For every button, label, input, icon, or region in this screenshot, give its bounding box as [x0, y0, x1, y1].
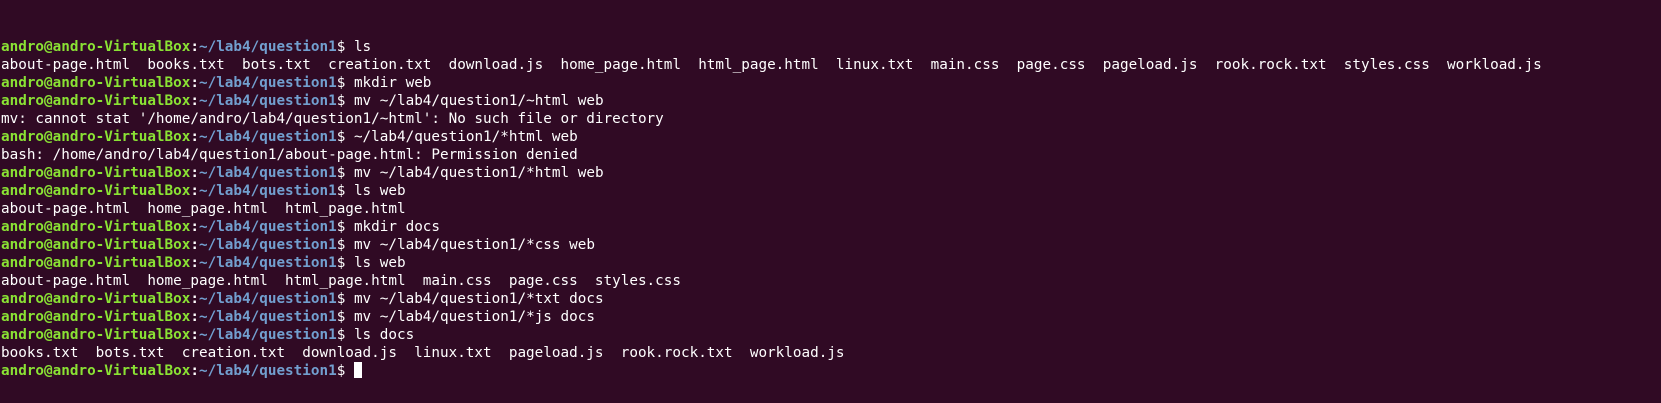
prompt-symbol: $: [336, 183, 354, 199]
command-text: ls web: [353, 255, 406, 271]
command-text: mv ~/lab4/question1/~html web: [353, 93, 604, 109]
prompt-line: andro@andro-VirtualBox:~/lab4/question1$…: [1, 254, 1661, 272]
prompt-path: ~/lab4/question1: [198, 93, 337, 109]
prompt-symbol: $: [336, 129, 354, 145]
prompt-user-host: andro@andro-VirtualBox: [1, 363, 191, 379]
terminal-output: andro@andro-VirtualBox:~/lab4/question1$…: [1, 38, 1661, 380]
output-text: about-page.html home_page.html html_page…: [1, 201, 406, 217]
output-text: bash: /home/andro/lab4/question1/about-p…: [1, 147, 578, 163]
prompt-colon: :: [190, 183, 199, 199]
prompt-line: andro@andro-VirtualBox:~/lab4/question1$…: [1, 92, 1661, 110]
prompt-symbol: $: [336, 255, 354, 271]
prompt-user-host: andro@andro-VirtualBox: [1, 309, 191, 325]
prompt-user-host: andro@andro-VirtualBox: [1, 165, 191, 181]
prompt-colon: :: [190, 309, 199, 325]
prompt-user-host: andro@andro-VirtualBox: [1, 93, 191, 109]
prompt-path: ~/lab4/question1: [198, 237, 337, 253]
prompt-symbol: $: [336, 165, 354, 181]
prompt-user-host: andro@andro-VirtualBox: [1, 129, 191, 145]
command-text: mv ~/lab4/question1/*css web: [353, 237, 595, 253]
prompt-path: ~/lab4/question1: [198, 75, 337, 91]
output-line: books.txt bots.txt creation.txt download…: [1, 344, 1661, 362]
prompt-path: ~/lab4/question1: [198, 183, 337, 199]
command-text: ls: [353, 39, 372, 55]
prompt-symbol: $: [336, 219, 354, 235]
output-line: about-page.html home_page.html html_page…: [1, 272, 1661, 290]
prompt-colon: :: [190, 255, 199, 271]
prompt-symbol: $: [336, 39, 354, 55]
text-cursor[interactable]: [353, 362, 362, 378]
output-text: mv: cannot stat '/home/andro/lab4/questi…: [1, 111, 664, 127]
output-line: about-page.html books.txt bots.txt creat…: [1, 56, 1661, 74]
prompt-line: andro@andro-VirtualBox:~/lab4/question1$…: [1, 164, 1661, 182]
prompt-symbol: $: [336, 327, 354, 343]
prompt-line: andro@andro-VirtualBox:~/lab4/question1$…: [1, 308, 1661, 326]
prompt-symbol: $: [336, 309, 354, 325]
prompt-path: ~/lab4/question1: [198, 291, 337, 307]
command-text: ls web: [353, 183, 406, 199]
command-text: mkdir docs: [353, 219, 441, 235]
prompt-user-host: andro@andro-VirtualBox: [1, 39, 191, 55]
prompt-user-host: andro@andro-VirtualBox: [1, 255, 191, 271]
command-text: mkdir web: [353, 75, 432, 91]
prompt-line: andro@andro-VirtualBox:~/lab4/question1$…: [1, 128, 1661, 146]
prompt-user-host: andro@andro-VirtualBox: [1, 291, 191, 307]
command-text: ~/lab4/question1/*html web: [353, 129, 578, 145]
command-text: ls docs: [353, 327, 415, 343]
prompt-line: andro@andro-VirtualBox:~/lab4/question1$…: [1, 290, 1661, 308]
output-text: about-page.html books.txt bots.txt creat…: [1, 57, 1542, 73]
prompt-colon: :: [190, 165, 199, 181]
output-text: books.txt bots.txt creation.txt download…: [1, 345, 845, 361]
command-text: mv ~/lab4/question1/*txt docs: [353, 291, 604, 307]
prompt-colon: :: [190, 75, 199, 91]
prompt-colon: :: [190, 237, 199, 253]
prompt-path: ~/lab4/question1: [198, 327, 337, 343]
prompt-line: andro@andro-VirtualBox:~/lab4/question1$…: [1, 74, 1661, 92]
prompt-colon: :: [190, 93, 199, 109]
prompt-user-host: andro@andro-VirtualBox: [1, 219, 191, 235]
prompt-colon: :: [190, 291, 199, 307]
prompt-line: andro@andro-VirtualBox:~/lab4/question1$…: [1, 326, 1661, 344]
terminal-window[interactable]: andro@andro-VirtualBox:~/lab4/question1$…: [0, 0, 1661, 403]
prompt-symbol: $: [336, 75, 354, 91]
command-text: mv ~/lab4/question1/*js docs: [353, 309, 595, 325]
prompt-colon: :: [190, 219, 199, 235]
prompt-line: andro@andro-VirtualBox:~/lab4/question1$…: [1, 38, 1661, 56]
prompt-symbol: $: [336, 93, 354, 109]
prompt-path: ~/lab4/question1: [198, 255, 337, 271]
prompt-path: ~/lab4/question1: [198, 219, 337, 235]
prompt-line: andro@andro-VirtualBox:~/lab4/question1$…: [1, 182, 1661, 200]
prompt-line: andro@andro-VirtualBox:~/lab4/question1$…: [1, 236, 1661, 254]
command-text: mv ~/lab4/question1/*html web: [353, 165, 604, 181]
prompt-path: ~/lab4/question1: [198, 309, 337, 325]
prompt-symbol: $: [336, 363, 354, 379]
prompt-user-host: andro@andro-VirtualBox: [1, 183, 191, 199]
prompt-line: andro@andro-VirtualBox:~/lab4/question1$…: [1, 218, 1661, 236]
prompt-user-host: andro@andro-VirtualBox: [1, 237, 191, 253]
prompt-colon: :: [190, 39, 199, 55]
prompt-colon: :: [190, 327, 199, 343]
prompt-path: ~/lab4/question1: [198, 39, 337, 55]
prompt-colon: :: [190, 129, 199, 145]
output-line: about-page.html home_page.html html_page…: [1, 200, 1661, 218]
output-line: mv: cannot stat '/home/andro/lab4/questi…: [1, 110, 1661, 128]
prompt-colon: :: [190, 363, 199, 379]
prompt-path: ~/lab4/question1: [198, 165, 337, 181]
prompt-symbol: $: [336, 237, 354, 253]
prompt-symbol: $: [336, 291, 354, 307]
prompt-user-host: andro@andro-VirtualBox: [1, 75, 191, 91]
prompt-path: ~/lab4/question1: [198, 363, 337, 379]
output-text: about-page.html home_page.html html_page…: [1, 273, 681, 289]
prompt-line: andro@andro-VirtualBox:~/lab4/question1$: [1, 362, 1661, 380]
output-line: bash: /home/andro/lab4/question1/about-p…: [1, 146, 1661, 164]
prompt-path: ~/lab4/question1: [198, 129, 337, 145]
prompt-user-host: andro@andro-VirtualBox: [1, 327, 191, 343]
